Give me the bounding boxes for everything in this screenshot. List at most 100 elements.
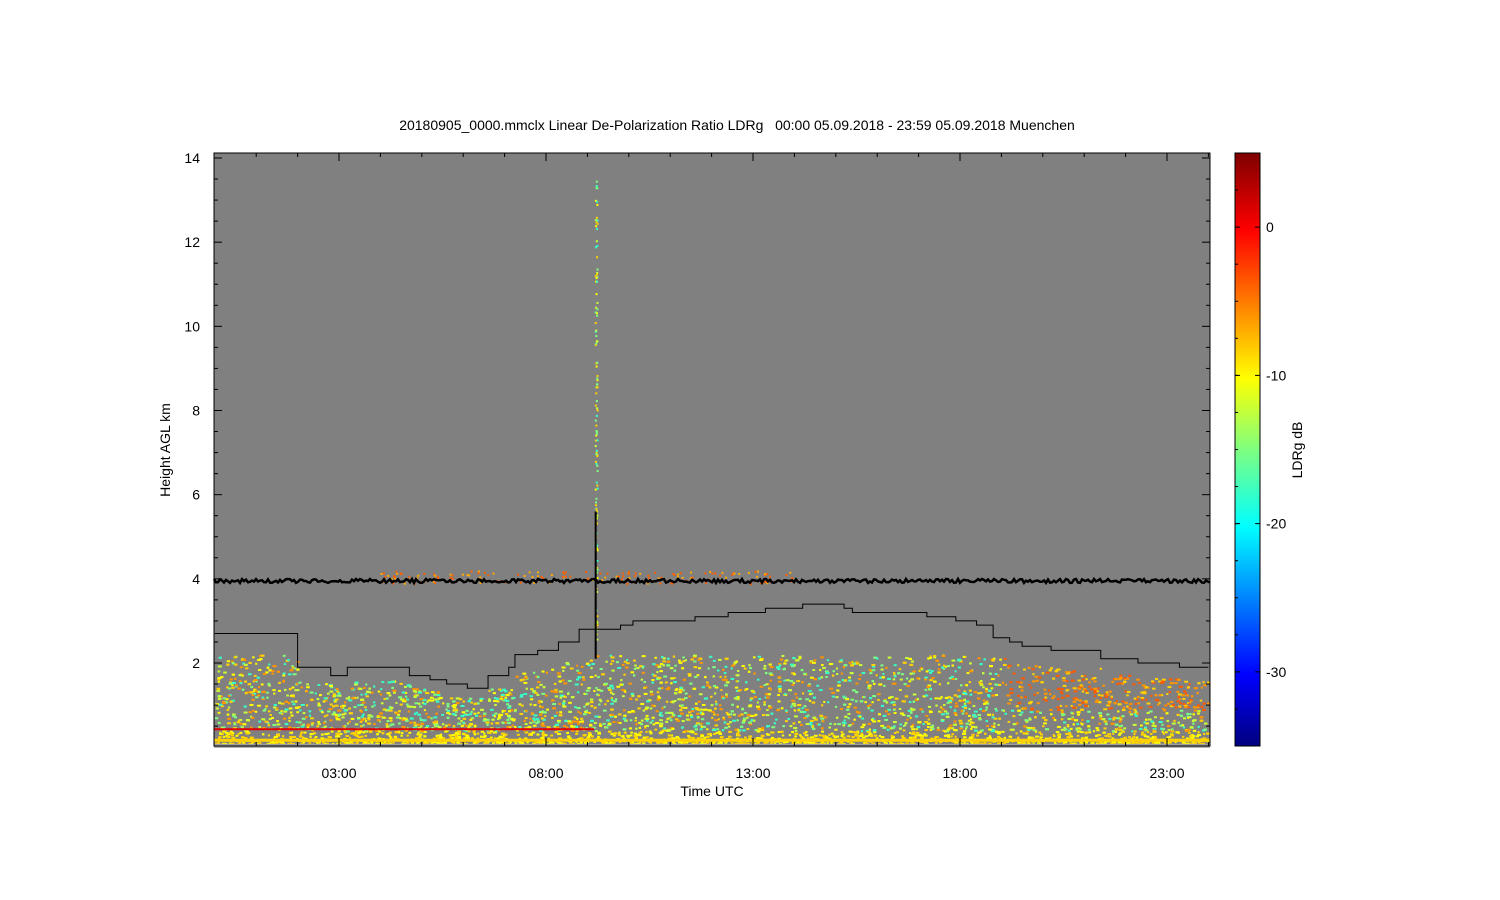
echo-pixel <box>1116 717 1120 720</box>
echo-pixel <box>834 705 838 708</box>
echo-pixel <box>630 671 635 674</box>
echo-pixel <box>269 714 272 717</box>
echo-pixel <box>951 677 955 680</box>
echo-pixel <box>465 735 470 738</box>
echo-pixel <box>454 708 459 711</box>
echo-pixel <box>775 718 778 721</box>
echo-pixel <box>1023 668 1026 671</box>
echo-pixel <box>783 662 787 665</box>
echo-pixel <box>244 680 247 683</box>
echo-pixel <box>235 734 239 737</box>
echo-pixel <box>833 736 837 739</box>
echo-pixel <box>226 735 231 738</box>
echo-pixel <box>753 695 758 698</box>
echo-pixel <box>918 733 923 736</box>
echo-pixel <box>580 665 584 668</box>
echo-pixel <box>723 672 727 675</box>
echo-pixel <box>916 726 921 729</box>
echo-pixel <box>397 722 401 725</box>
echo-pixel <box>217 665 222 668</box>
echo-pixel <box>1064 705 1068 708</box>
echo-pixel <box>1146 735 1150 738</box>
echo-pixel <box>931 727 935 730</box>
echo-pixel <box>405 719 409 722</box>
echo-pixel <box>1183 717 1186 720</box>
echo-pixel <box>217 721 221 724</box>
echo-pixel <box>645 706 650 709</box>
echo-pixel <box>554 688 558 691</box>
echo-pixel <box>728 716 732 719</box>
echo-pixel <box>1084 674 1087 677</box>
echo-pixel <box>911 736 916 739</box>
echo-pixel <box>350 717 355 720</box>
echo-pixel <box>227 717 232 720</box>
echo-pixel <box>667 729 672 732</box>
echo-pixel <box>611 669 615 672</box>
echo-pixel <box>1003 663 1007 666</box>
echo-pixel <box>974 726 978 729</box>
echo-pixel <box>672 714 676 717</box>
echo-pixel <box>241 688 245 691</box>
echo-pixel <box>817 723 821 726</box>
echo-pixel <box>318 708 322 711</box>
echo-pixel <box>539 705 542 708</box>
echo-pixel <box>589 701 594 704</box>
echo-pixel <box>525 687 528 690</box>
echo-pixel <box>291 686 295 689</box>
echo-pixel <box>724 675 727 678</box>
echo-pixel <box>720 689 723 692</box>
echo-pixel <box>964 727 968 730</box>
echo-pixel <box>487 731 490 734</box>
echo-pixel <box>794 715 798 718</box>
echo-pixel <box>661 656 664 659</box>
echo-pixel <box>635 698 638 701</box>
echo-pixel <box>1184 705 1188 708</box>
echo-pixel <box>300 704 305 707</box>
echo-pixel <box>1175 731 1180 734</box>
echo-pixel <box>1034 675 1039 678</box>
echo-pixel <box>851 722 855 725</box>
echo-pixel <box>364 693 368 696</box>
echo-pixel <box>812 716 817 719</box>
echo-pixel <box>954 702 958 705</box>
echo-pixel <box>1027 726 1032 729</box>
echo-pixel <box>1197 731 1200 734</box>
echo-pixel <box>1077 713 1080 716</box>
echo-pixel <box>977 657 981 660</box>
echo-pixel <box>467 736 470 739</box>
echo-pixel <box>310 698 314 701</box>
echo-pixel <box>1022 732 1027 735</box>
echo-pixel <box>689 682 693 685</box>
echo-pixel <box>567 679 572 682</box>
echo-pixel <box>807 690 812 693</box>
echo-pixel <box>700 718 705 721</box>
echo-pixel <box>444 730 448 733</box>
echo-pixel <box>835 667 839 670</box>
echo-pixel <box>530 712 534 715</box>
echo-pixel <box>302 712 306 715</box>
echo-pixel <box>1118 720 1122 723</box>
echo-pixel <box>1144 718 1148 721</box>
echo-pixel <box>929 711 933 714</box>
echo-pixel <box>1087 710 1091 713</box>
echo-pixel <box>338 694 342 697</box>
echo-pixel <box>1098 712 1103 715</box>
echo-pixel <box>693 660 697 663</box>
echo-pixel <box>260 683 264 686</box>
echo-pixel <box>654 656 657 659</box>
echo-pixel <box>850 664 855 667</box>
echo-pixel <box>1114 730 1117 733</box>
echo-pixel <box>635 723 638 726</box>
echo-pixel <box>1183 690 1187 693</box>
echo-pixel <box>777 685 782 688</box>
echo-pixel <box>867 722 872 725</box>
echo-pixel <box>489 708 494 711</box>
echo-pixel <box>638 734 642 737</box>
echo-pixel <box>376 714 380 717</box>
echo-pixel <box>683 706 688 709</box>
echo-pixel <box>897 672 901 675</box>
echo-pixel <box>227 722 232 725</box>
echo-pixel <box>540 736 545 739</box>
ldr-chart: 20180905_0000.mmclx Linear De-Polarizati… <box>157 117 1305 799</box>
echo-pixel <box>885 666 888 669</box>
